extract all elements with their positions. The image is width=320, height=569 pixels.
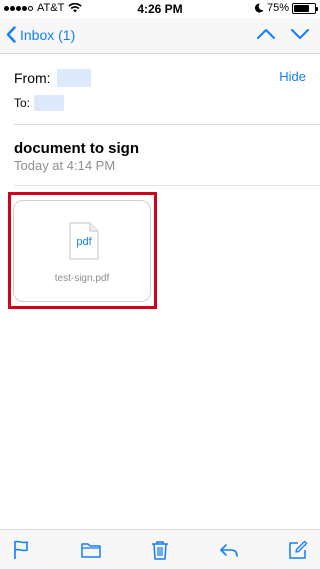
chevron-down-icon[interactable] xyxy=(290,27,310,41)
message-header: From: To: Hide xyxy=(14,55,320,125)
bottom-toolbar xyxy=(0,529,320,569)
navigation-bar: Inbox (1) xyxy=(0,18,320,54)
attachment-type-label: pdf xyxy=(76,236,92,248)
back-button-label: Inbox (1) xyxy=(20,26,76,43)
hide-details-button[interactable]: Hide xyxy=(279,69,306,84)
from-sender-redacted[interactable] xyxy=(56,69,91,87)
chevron-left-icon xyxy=(6,26,16,43)
message-navigation xyxy=(256,27,310,41)
trash-icon xyxy=(152,540,168,560)
compose-button[interactable] xyxy=(286,539,310,561)
back-to-inbox-button[interactable]: Inbox (1) xyxy=(6,26,75,43)
from-row: From: xyxy=(14,69,91,87)
reply-button[interactable] xyxy=(217,539,241,561)
message-date: Today at 4:14 PM xyxy=(14,158,116,173)
pdf-attachment[interactable]: pdf test-sign.pdf xyxy=(13,200,151,302)
from-label: From: xyxy=(14,70,51,86)
folder-icon xyxy=(81,542,101,558)
flag-button[interactable] xyxy=(10,539,34,561)
battery-percent: 75% xyxy=(266,2,289,14)
battery-icon xyxy=(292,2,318,14)
subject-block: document to sign Today at 4:14 PM xyxy=(14,126,320,186)
move-to-folder-button[interactable] xyxy=(79,539,103,561)
status-bar: AT&T 4:26 PM 75% xyxy=(0,0,320,18)
status-right: 75% xyxy=(254,2,318,14)
document-icon: pdf xyxy=(69,222,99,260)
trash-button[interactable] xyxy=(148,539,172,561)
moon-icon xyxy=(254,3,264,13)
compose-icon xyxy=(289,540,308,559)
to-row: To: xyxy=(14,95,65,111)
to-recipient-redacted[interactable] xyxy=(34,95,65,111)
attachment-filename: test-sign.pdf xyxy=(54,273,110,284)
reply-icon xyxy=(220,543,238,557)
flag-icon xyxy=(14,540,28,559)
chevron-up-icon[interactable] xyxy=(256,27,276,41)
to-label: To: xyxy=(14,96,31,110)
battery-level xyxy=(294,4,309,12)
message-subject: document to sign xyxy=(14,140,139,157)
